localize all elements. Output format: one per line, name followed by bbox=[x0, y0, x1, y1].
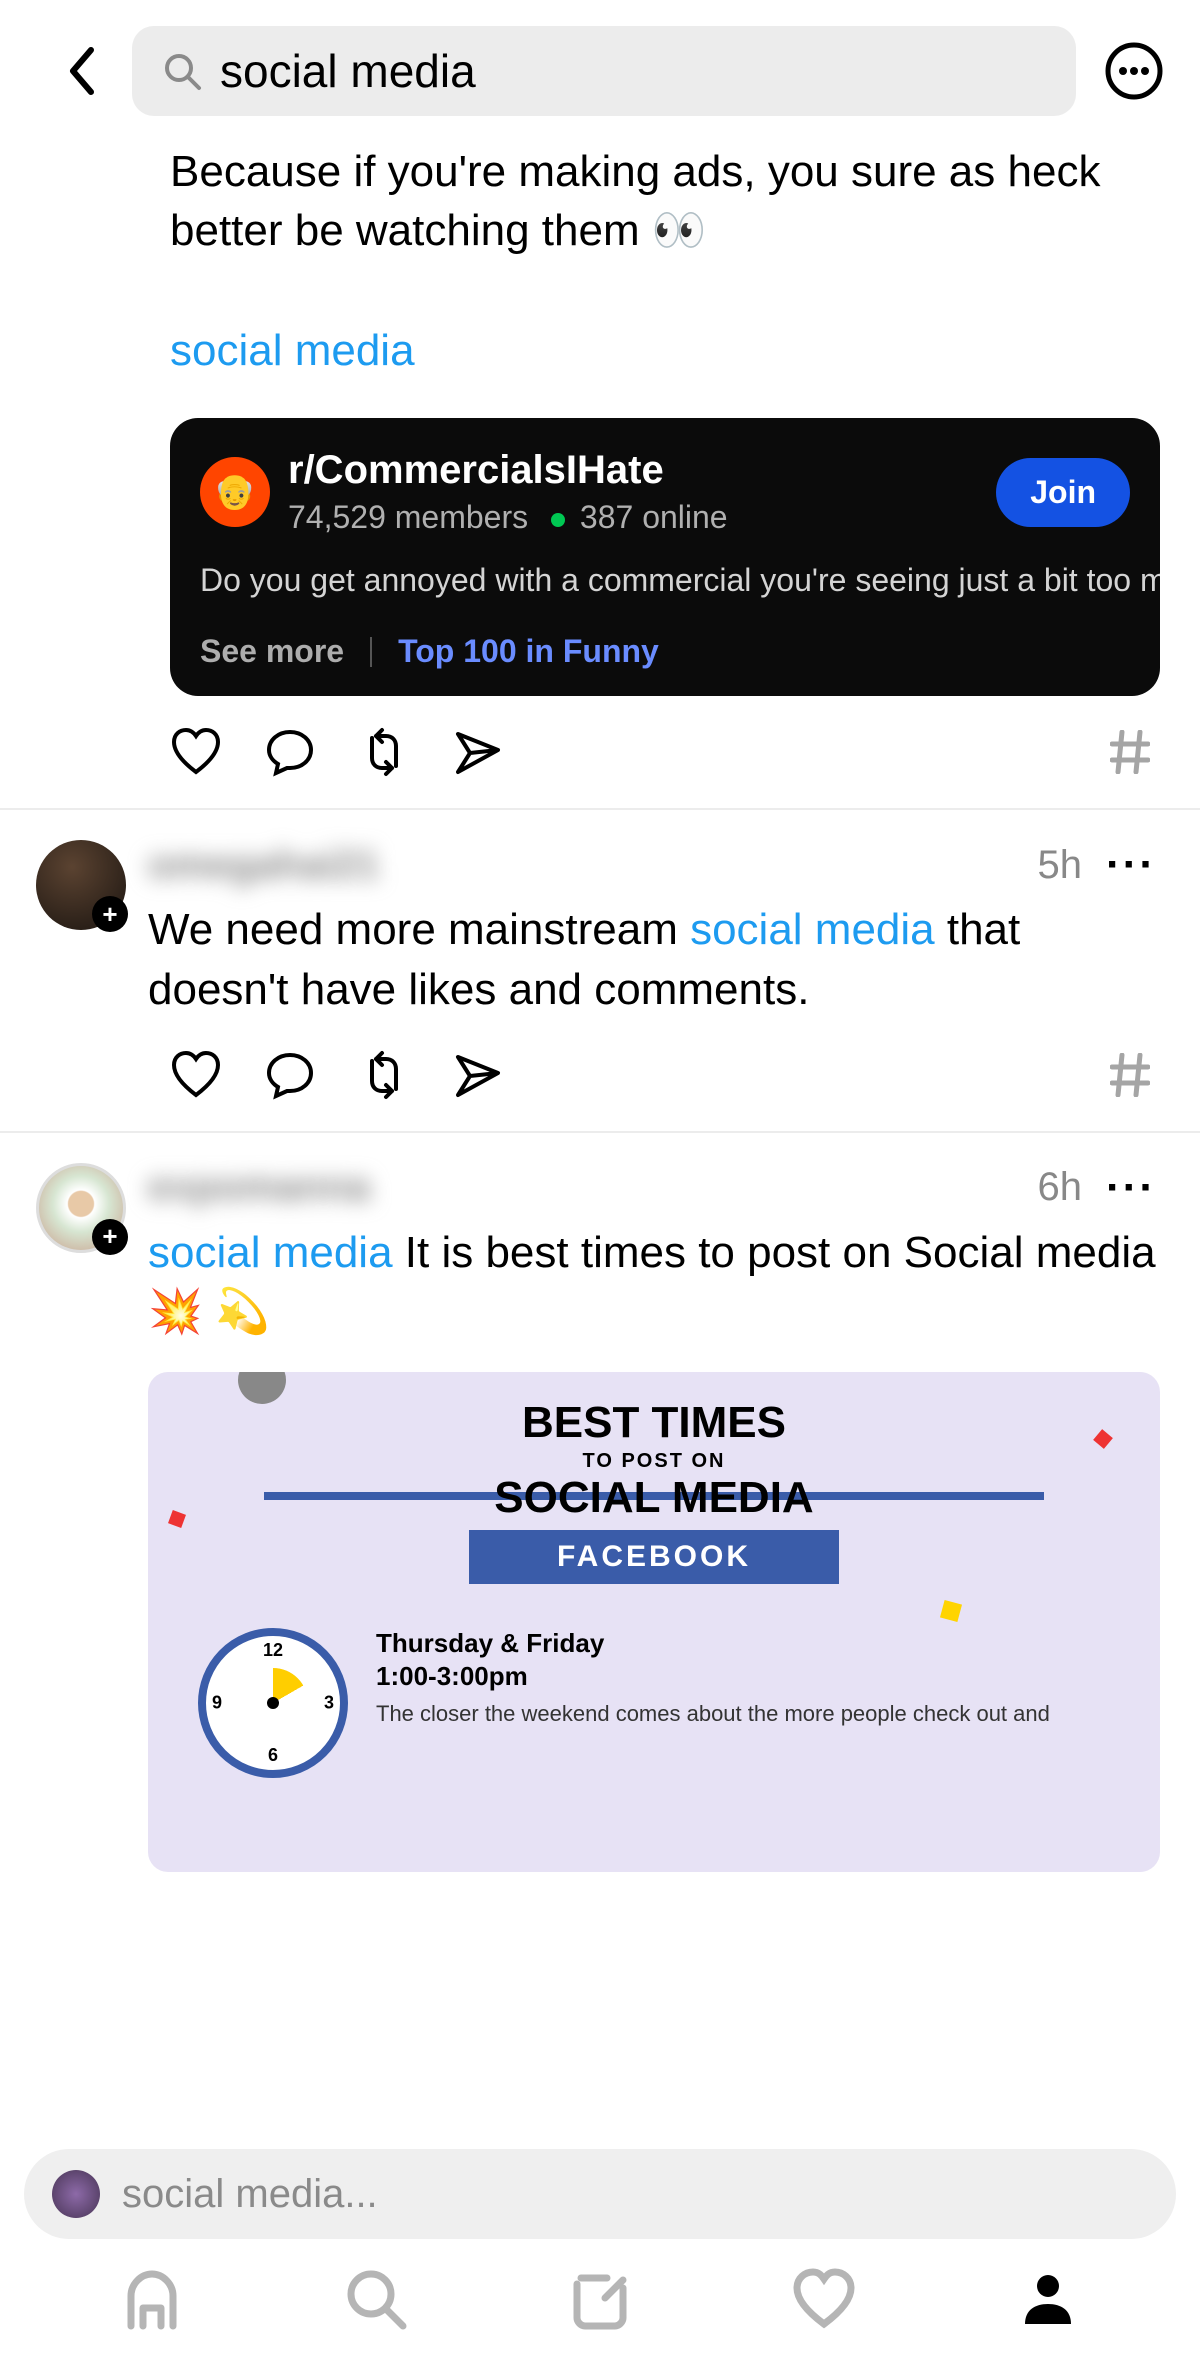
like-button[interactable] bbox=[170, 1049, 222, 1101]
compose-bar[interactable]: social media... bbox=[24, 2149, 1176, 2239]
share-button[interactable] bbox=[452, 1049, 504, 1101]
post-image-infographic[interactable]: BEST TIMES TO POST ON SOCIAL MEDIA FACEB… bbox=[148, 1372, 1160, 1872]
tag-button[interactable] bbox=[1110, 1053, 1150, 1097]
search-icon bbox=[341, 2264, 411, 2334]
comment-icon bbox=[264, 1049, 316, 1101]
post-time: 5h bbox=[1038, 843, 1083, 888]
community-card[interactable]: 👴 r/CommercialsIHate 74,529 members 387 … bbox=[170, 418, 1160, 696]
highlight-term[interactable]: social media bbox=[170, 326, 415, 375]
hash-icon bbox=[1110, 730, 1150, 774]
compose-placeholder: social media... bbox=[122, 2172, 378, 2217]
author-avatar[interactable]: + bbox=[36, 1163, 126, 1253]
author-username[interactable]: omegahai21 bbox=[148, 843, 379, 888]
send-icon bbox=[452, 1049, 504, 1101]
home-icon bbox=[117, 2264, 187, 2334]
post-body: Because if you're making ads, you sure a… bbox=[170, 142, 1160, 261]
follow-plus-icon[interactable]: + bbox=[92, 896, 128, 932]
heart-icon bbox=[170, 1049, 222, 1101]
tab-home[interactable] bbox=[117, 2264, 187, 2334]
chevron-left-icon bbox=[67, 46, 97, 96]
join-button[interactable]: Join bbox=[996, 458, 1130, 527]
repost-icon bbox=[358, 1049, 410, 1101]
community-name: r/CommercialsIHate bbox=[288, 448, 728, 493]
post-body: social media It is best times to post on… bbox=[148, 1223, 1160, 1342]
see-more-link[interactable]: See more bbox=[200, 633, 344, 670]
repost-button[interactable] bbox=[358, 1049, 410, 1101]
search-value: social media bbox=[220, 44, 476, 98]
header-overflow-button[interactable] bbox=[1104, 41, 1164, 101]
feed-post: + expomanna 6h ··· social media It is be… bbox=[0, 1131, 1200, 1902]
heart-icon bbox=[789, 2264, 859, 2334]
repost-icon bbox=[358, 726, 410, 778]
person-icon bbox=[1013, 2264, 1083, 2334]
community-desc: Do you get annoyed with a commercial you… bbox=[200, 562, 1130, 599]
platform-badge: FACEBOOK bbox=[469, 1530, 839, 1584]
top-rank-link[interactable]: Top 100 in Funny bbox=[398, 633, 659, 670]
ellipsis-circle-icon bbox=[1105, 42, 1163, 100]
tab-search[interactable] bbox=[341, 2264, 411, 2334]
community-avatar-icon: 👴 bbox=[200, 457, 270, 527]
tab-compose[interactable] bbox=[565, 2264, 635, 2334]
tab-bar bbox=[0, 2239, 1200, 2379]
search-field[interactable]: social media bbox=[132, 26, 1076, 116]
share-button[interactable] bbox=[452, 726, 504, 778]
compose-avatar-icon bbox=[52, 2170, 100, 2218]
follow-plus-icon[interactable]: + bbox=[92, 1219, 128, 1255]
post-body: We need more mainstream social media tha… bbox=[148, 900, 1160, 1019]
tag-button[interactable] bbox=[1110, 730, 1150, 774]
community-stats: 74,529 members 387 online bbox=[288, 499, 728, 536]
post-time: 6h bbox=[1038, 1165, 1083, 1210]
highlight-term[interactable]: social media bbox=[148, 1228, 393, 1277]
author-avatar[interactable]: + bbox=[36, 840, 126, 930]
back-button[interactable] bbox=[60, 49, 104, 93]
feed-post: Because if you're making ads, you sure a… bbox=[0, 142, 1200, 808]
tab-profile[interactable] bbox=[1013, 2264, 1083, 2334]
post-overflow-button[interactable]: ··· bbox=[1102, 840, 1160, 890]
heart-icon bbox=[170, 726, 222, 778]
comment-button[interactable] bbox=[264, 726, 316, 778]
search-icon bbox=[162, 51, 202, 91]
like-button[interactable] bbox=[170, 726, 222, 778]
repost-button[interactable] bbox=[358, 726, 410, 778]
highlight-term[interactable]: social media bbox=[690, 905, 935, 954]
online-dot-icon bbox=[551, 513, 565, 527]
comment-icon bbox=[264, 726, 316, 778]
compose-icon bbox=[565, 2264, 635, 2334]
comment-button[interactable] bbox=[264, 1049, 316, 1101]
hash-icon bbox=[1110, 1053, 1150, 1097]
send-icon bbox=[452, 726, 504, 778]
feed-post: + omegahai21 5h ··· We need more mainstr… bbox=[0, 808, 1200, 1131]
post-overflow-button[interactable]: ··· bbox=[1102, 1163, 1160, 1213]
clock-icon: 12369 bbox=[198, 1628, 348, 1778]
tab-activity[interactable] bbox=[789, 2264, 859, 2334]
author-username[interactable]: expomanna bbox=[148, 1165, 370, 1210]
